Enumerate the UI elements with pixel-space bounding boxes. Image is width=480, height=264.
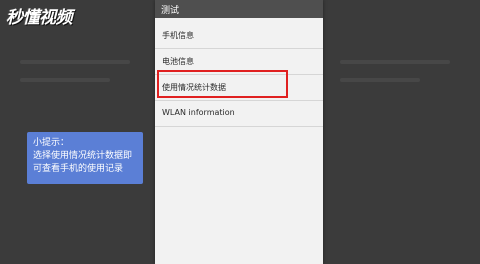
menu-item-label: 手机信息 bbox=[162, 31, 194, 40]
background-blur-line bbox=[340, 78, 420, 82]
watermark-logo: 秒懂视频 bbox=[6, 8, 73, 28]
phone-screen: 测试 手机信息 电池信息 使用情况统计数据 WLAN information bbox=[155, 0, 323, 264]
menu-item-phone-info[interactable]: 手机信息 bbox=[155, 22, 323, 49]
background-blur-line bbox=[340, 60, 450, 64]
page-title: 测试 bbox=[161, 6, 180, 16]
tip-title: 小提示： bbox=[33, 138, 70, 148]
menu-item-label: WLAN information bbox=[162, 108, 235, 117]
highlight-box bbox=[157, 70, 288, 98]
menu-item-label: 电池信息 bbox=[162, 57, 194, 66]
tip-box: 小提示： 选择使用情况统计数据即可查看手机的使用记录 bbox=[27, 132, 143, 184]
menu-item-wlan-information[interactable]: WLAN information bbox=[155, 100, 323, 127]
background-blur-line bbox=[20, 78, 110, 82]
tip-body: 选择使用情况统计数据即可查看手机的使用记录 bbox=[33, 151, 133, 174]
title-bar: 测试 bbox=[155, 0, 323, 18]
background-blur-line bbox=[20, 60, 130, 64]
